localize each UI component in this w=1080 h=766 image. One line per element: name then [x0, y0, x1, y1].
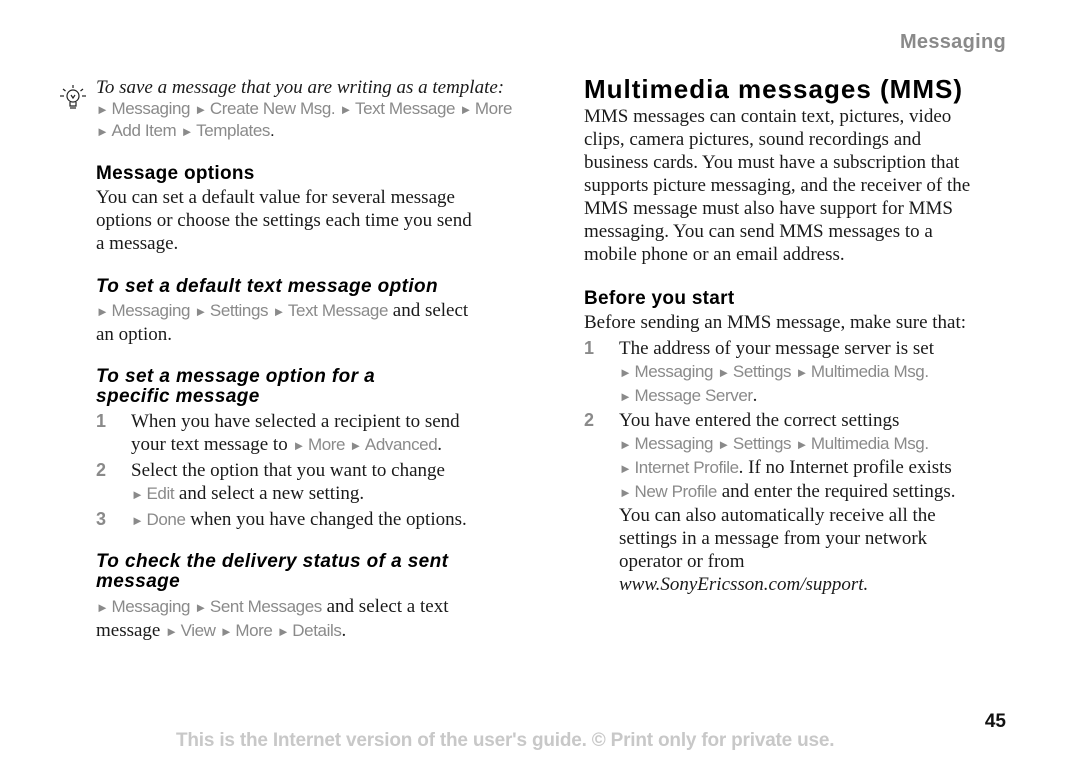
body-line: supports picture messaging, and the rece… [584, 175, 971, 196]
mms-step-1: 1 The address of your message server is … [584, 338, 934, 406]
step-number: 2 [584, 410, 595, 430]
tip-path-line1: ► Messaging ► Create New Msg. ► Text Messag… [96, 99, 513, 118]
footer-notice: This is the Internet version of the user… [176, 730, 835, 751]
body-line: a message. [96, 233, 179, 254]
menu-link[interactable]: New Profile [634, 482, 717, 501]
before-start-heading: Before you start [584, 288, 735, 309]
menu-link[interactable]: Settings [733, 362, 792, 381]
step-2: 2 Select the option that you want to cha… [96, 460, 445, 504]
menu-link[interactable]: More [308, 435, 346, 454]
menu-link[interactable]: Settings [210, 301, 269, 320]
menu-link[interactable]: Templates [196, 121, 270, 140]
menu-link[interactable]: Text Message [355, 99, 455, 118]
body-line: MMS messages can contain text, pictures,… [584, 106, 952, 127]
heading-line: message [96, 571, 181, 592]
step-text: The address of your message server is se… [619, 338, 934, 359]
step-number: 1 [96, 411, 107, 431]
menu-link[interactable]: Settings [733, 434, 792, 453]
step-number: 3 [96, 509, 107, 529]
menu-link[interactable]: Multimedia Msg. [811, 362, 929, 381]
menu-link[interactable]: Internet Profile [634, 458, 739, 477]
delivery-status-heading: To check the delivery status of a sent m… [96, 552, 448, 592]
mms-intro: MMS messages can contain text, pictures,… [584, 105, 970, 266]
menu-link[interactable]: Details [292, 621, 342, 640]
default-option-body: ► Messaging ► Settings ► Text Message and s… [96, 300, 469, 345]
menu-link[interactable]: Messaging [111, 597, 190, 616]
step-text: You have entered the correct settings [619, 410, 900, 431]
step-number: 2 [96, 460, 107, 480]
support-url-link[interactable]: www.SonyEricsson.com/support. [619, 573, 955, 596]
body-line: options or choose the settings each time… [96, 210, 472, 231]
tip-path-line2: ► Add Item ► Templates. [96, 121, 275, 140]
menu-link[interactable]: Messaging [111, 301, 190, 320]
body-line: You can set a default value for several … [96, 187, 455, 208]
page-number: 45 [984, 711, 1006, 732]
step-text: Select the option that you want to chang… [131, 460, 445, 481]
menu-link[interactable]: Sent Messages [210, 597, 322, 616]
step-text: settings in a message from your network [619, 528, 928, 549]
default-option-heading: To set a default text message option [96, 276, 439, 297]
body-line: business cards. You must have a subscrip… [584, 152, 960, 173]
menu-link[interactable]: Messaging [634, 434, 713, 453]
body-line: MMS message must also have support for M… [584, 198, 953, 219]
menu-link[interactable]: Message Server [634, 386, 753, 405]
body-line: messaging. You can send MMS messages to … [584, 221, 933, 242]
body-line: mobile phone or an email address. [584, 244, 845, 265]
body-text: and select a text [326, 596, 449, 617]
body-text: and select [392, 300, 469, 321]
heading-line: To check the delivery status of a sent [96, 551, 449, 572]
lightbulb-icon [60, 85, 86, 109]
menu-link[interactable]: More [475, 99, 513, 118]
body-line: clips, camera pictures, sound recordings… [584, 129, 922, 150]
page-title: Multimedia messages (MMS) [584, 74, 963, 104]
section-header: Messaging [899, 31, 1006, 53]
specific-option-heading: To set a message option for a specific m… [96, 367, 375, 407]
menu-link[interactable]: Messaging [634, 362, 713, 381]
step-1: 1 When you have selected a recipient to … [96, 411, 460, 455]
heading-line: specific message [96, 386, 260, 407]
mms-step-2: 2 You have entered the correct settings … [584, 410, 956, 596]
message-options-heading: Message options [96, 163, 255, 184]
before-start-lead: Before sending an MMS message, make sure… [584, 312, 967, 333]
step-3: 3 ► Done when you have changed the option… [96, 509, 467, 530]
menu-link[interactable]: Messaging [111, 99, 190, 118]
body-text: message [96, 620, 161, 641]
menu-link[interactable]: Create New Msg. [210, 99, 336, 118]
menu-link[interactable]: Advanced [365, 435, 438, 454]
tip-text: To save a message that you are writing a… [96, 77, 505, 98]
step-text: When you have selected a recipient to se… [131, 411, 460, 432]
step-text: and enter the required settings. [721, 481, 956, 502]
menu-link[interactable]: View [181, 621, 216, 640]
message-options-body: You can set a default value for several … [96, 186, 472, 255]
menu-link[interactable]: Add Item [111, 121, 176, 140]
step-number: 1 [584, 338, 595, 358]
step-text: If no Internet profile exists [748, 457, 952, 478]
step-text: operator or from [619, 551, 745, 572]
heading-line: To set a message option for a [96, 366, 376, 387]
menu-link[interactable]: Edit [146, 484, 174, 503]
body-line: an option. [96, 324, 172, 345]
menu-link[interactable]: More [235, 621, 273, 640]
step-text: your text message to [131, 434, 288, 455]
delivery-status-body: ► Messaging ► Sent Messages and select a t… [96, 596, 449, 641]
menu-link[interactable]: Multimedia Msg. [811, 434, 929, 453]
step-text: You can also automatically receive all t… [619, 505, 936, 526]
menu-link[interactable]: Done [146, 510, 185, 529]
step-text: and select a new setting. [178, 483, 365, 504]
step-text: when you have changed the options. [190, 509, 467, 530]
menu-link[interactable]: Text Message [288, 301, 388, 320]
